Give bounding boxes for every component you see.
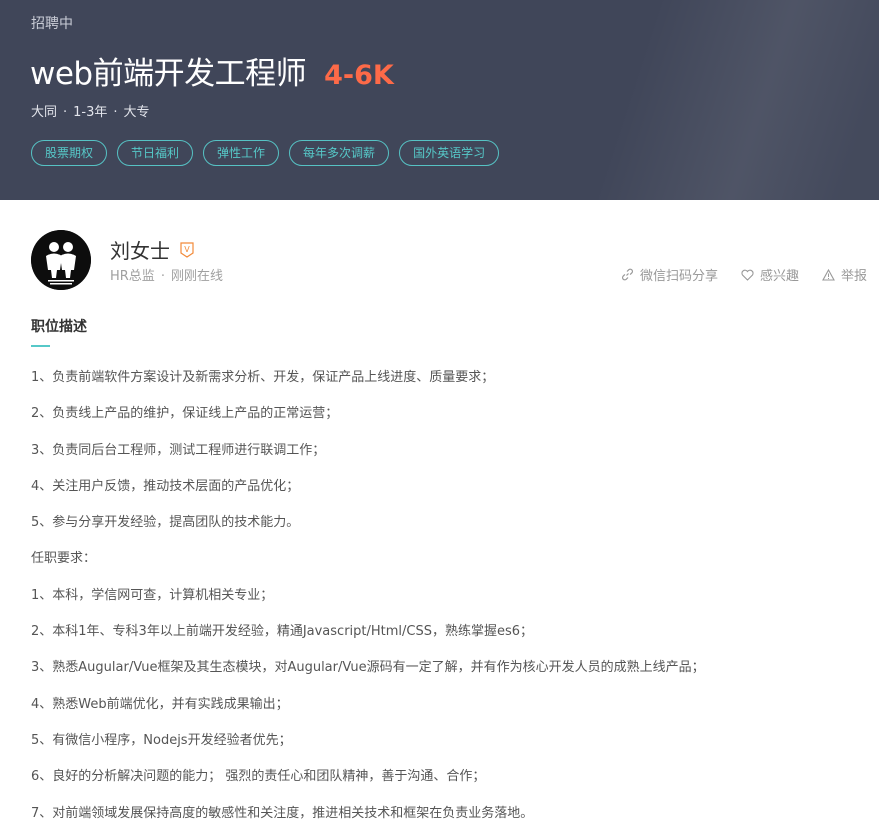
benefit-tag: 每年多次调薪 bbox=[289, 140, 390, 166]
job-education: 大专 bbox=[123, 105, 150, 120]
share-button[interactable]: 微信扫码分享 bbox=[621, 265, 718, 284]
recruiter-title: HR总监 bbox=[110, 269, 155, 284]
description-line: 1、本科，学信网可查，计算机相关专业； bbox=[31, 587, 274, 603]
description-line: 4、熟悉Web前端优化，并有实践成果输出； bbox=[31, 696, 289, 712]
description-line: 5、参与分享开发经验，提高团队的技术能力。 bbox=[31, 515, 300, 531]
description-line: 5、有微信小程序，Nodejs开发经验者优先； bbox=[31, 732, 292, 748]
report-button[interactable]: 举报 bbox=[822, 265, 867, 284]
job-status: 招聘中 bbox=[31, 16, 73, 32]
job-description: 1、负责前端软件方案设计及新需求分析、开发，保证产品上线进度、质量要求； 2、负… bbox=[31, 368, 861, 840]
warning-icon bbox=[822, 268, 835, 281]
job-location: 大同 bbox=[31, 105, 58, 120]
salary: 4-6K bbox=[324, 60, 394, 91]
description-line: 1、负责前端软件方案设计及新需求分析、开发，保证产品上线进度、质量要求； bbox=[31, 370, 495, 385]
recruiter-name: 刘女士 bbox=[110, 239, 170, 263]
interest-button[interactable]: 感兴趣 bbox=[741, 265, 799, 284]
description-line: 任职要求： bbox=[31, 551, 97, 567]
share-label: 微信扫码分享 bbox=[639, 269, 718, 284]
interest-label: 感兴趣 bbox=[759, 269, 799, 284]
recruiter-name-row: 刘女士 V bbox=[110, 235, 194, 264]
job-meta: 大同 · 1-3年 · 大专 bbox=[31, 101, 150, 120]
description-line: 4、关注用户反馈，推动技术层面的产品优化； bbox=[31, 478, 300, 494]
report-label: 举报 bbox=[840, 269, 867, 284]
header-decoration bbox=[490, 0, 879, 200]
recruiter-card: 刘女士 V HR总监 · 刚刚在线 微信扫码分享 感兴趣 举报 bbox=[31, 230, 871, 290]
avatar[interactable] bbox=[31, 230, 91, 290]
role-separator: · bbox=[160, 269, 165, 284]
benefit-tag: 股票期权 bbox=[31, 140, 108, 166]
job-header: 招聘中 web前端开发工程师 4-6K 大同 · 1-3年 · 大专 股票期权 节日福利… bbox=[0, 0, 879, 200]
description-line: 7、对前端领域发展保持高度的敏感性和关注度，推进相关技术和框架在负责业务落地。 bbox=[31, 805, 534, 821]
benefit-tag: 弹性工作 bbox=[203, 140, 280, 166]
title-row: web前端开发工程师 4-6K bbox=[30, 48, 394, 93]
online-status: 刚刚在线 bbox=[170, 269, 223, 284]
description-line: 3、熟悉Augular/Vue框架及其生态模块，对Augular/Vue源码有一… bbox=[31, 660, 705, 676]
meta-separator: · bbox=[63, 105, 68, 120]
description-line: 2、本科1年、专科3年以上前端开发经验，精通Javascript/Html/CS… bbox=[31, 624, 534, 640]
benefit-tag: 国外英语学习 bbox=[399, 140, 500, 166]
description-line: 6、良好的分析解决问题的能力； 强烈的责任心和团队精神，善于沟通、合作； bbox=[31, 769, 486, 785]
recruiter-actions: 微信扫码分享 感兴趣 举报 bbox=[598, 265, 867, 284]
description-line: 2、负责线上产品的维护，保证线上产品的正常运营； bbox=[31, 406, 339, 422]
avatar-figures-icon bbox=[31, 230, 91, 290]
badge-label: V bbox=[184, 245, 190, 254]
meta-separator: · bbox=[113, 105, 118, 120]
job-title: web前端开发工程师 bbox=[30, 56, 307, 92]
benefit-tags: 股票期权 节日福利 弹性工作 每年多次调薪 国外英语学习 bbox=[31, 140, 509, 166]
section-underline bbox=[31, 345, 50, 347]
section-title: 职位描述 bbox=[31, 319, 87, 335]
job-experience: 1-3年 bbox=[73, 105, 108, 120]
description-line: 3、负责同后台工程师，测试工程师进行联调工作； bbox=[31, 442, 326, 458]
recruiter-role: HR总监 · 刚刚在线 bbox=[110, 265, 223, 284]
benefit-tag: 节日福利 bbox=[117, 140, 194, 166]
verified-badge-icon: V bbox=[180, 241, 194, 258]
link-icon bbox=[621, 268, 633, 281]
heart-icon bbox=[741, 269, 754, 281]
